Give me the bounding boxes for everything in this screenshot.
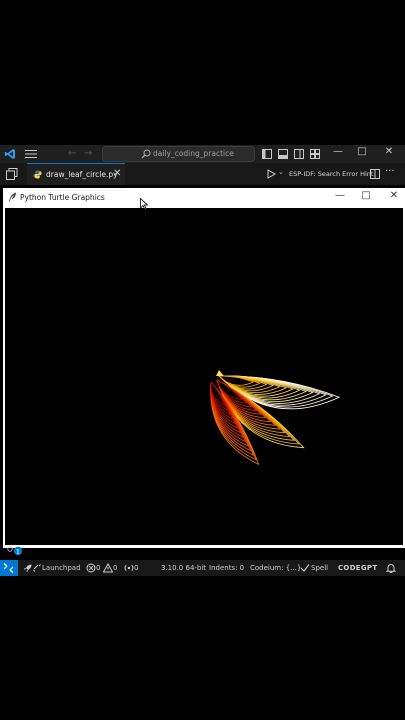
- toggle-panel-icon[interactable]: [278, 149, 288, 159]
- maximize-button[interactable]: □: [355, 146, 369, 157]
- python-file-icon: [33, 170, 42, 179]
- turtle-maximize-button[interactable]: □: [359, 190, 373, 201]
- warning-icon[interactable]: [103, 563, 113, 573]
- python-interpreter[interactable]: 3.10.0 64-bit: [161, 564, 206, 572]
- more-actions-icon[interactable]: ···: [385, 166, 395, 177]
- cursor-icon: [140, 198, 148, 210]
- broadcast-icon[interactable]: [124, 563, 134, 573]
- launchpad-label[interactable]: Launchpad: [42, 564, 81, 572]
- warning-count[interactable]: 0: [113, 564, 117, 572]
- turtle-graphics-window: Python Turtle Graphics — □ ✕: [3, 188, 405, 548]
- turtle-minimize-button[interactable]: —: [333, 190, 347, 201]
- customize-layout-icon[interactable]: [310, 149, 320, 159]
- indents-status[interactable]: Indents: 0: [209, 564, 244, 572]
- remote-indicator[interactable]: [0, 560, 18, 576]
- search-icon: [141, 149, 151, 159]
- link-icon: [33, 564, 41, 572]
- search-text: daily_coding_practice: [153, 149, 234, 158]
- codeium-status[interactable]: Codeium: {...}: [250, 564, 301, 572]
- ports-badge-count: 1: [16, 548, 20, 556]
- error-icon[interactable]: [86, 563, 96, 573]
- toggle-secondary-sidebar-icon[interactable]: [294, 149, 304, 159]
- vscode-title-bar: ← → daily_coding_practice — □ ✕: [0, 145, 405, 163]
- vscode-logo-icon: [4, 149, 15, 159]
- editor-tab-row: draw_leaf_circle.py ✕ ⌄ ESP-IDF: Search …: [0, 163, 405, 185]
- remote-icon: [3, 563, 14, 573]
- status-bar: Launchpad 0 0 0 3.10.0 64-bit Indents: 0…: [0, 560, 405, 576]
- close-button[interactable]: ✕: [382, 146, 396, 157]
- check-icon: [300, 564, 310, 572]
- tab-draw-leaf-circle[interactable]: draw_leaf_circle.py ✕: [27, 163, 125, 185]
- video-frame: ← → daily_coding_practice — □ ✕ draw_lea…: [0, 0, 405, 720]
- chevron-down-icon[interactable]: ⌄: [278, 168, 284, 176]
- turtle-window-title-bar: Python Turtle Graphics — □ ✕: [3, 188, 405, 206]
- codegpt-status[interactable]: CODEGPT: [338, 564, 377, 572]
- split-editor-icon[interactable]: [370, 169, 380, 179]
- turtle-window-title: Python Turtle Graphics: [20, 193, 105, 202]
- turtle-close-button[interactable]: ✕: [387, 190, 401, 201]
- explorer-icon[interactable]: [6, 168, 18, 180]
- minimize-button[interactable]: —: [331, 146, 345, 157]
- command-center-search[interactable]: daily_coding_practice: [102, 146, 255, 162]
- toggle-sidebar-icon[interactable]: [262, 149, 272, 159]
- menu-icon[interactable]: [25, 149, 37, 159]
- ports-icon[interactable]: 1: [6, 546, 24, 556]
- turtle-cursor: [216, 370, 224, 376]
- nav-forward-button[interactable]: →: [84, 148, 92, 159]
- tab-close-icon[interactable]: ✕: [113, 168, 121, 179]
- turtle-canvas[interactable]: [5, 208, 403, 545]
- spell-status[interactable]: Spell: [311, 564, 328, 572]
- feather-icon: [9, 192, 16, 202]
- bell-icon[interactable]: [386, 563, 396, 573]
- nav-back-button[interactable]: ←: [68, 148, 76, 159]
- error-count[interactable]: 0: [96, 564, 100, 572]
- ports-count[interactable]: 0: [134, 564, 138, 572]
- run-icon[interactable]: [266, 169, 276, 179]
- esp-idf-search-error-hint[interactable]: ESP-IDF: Search Error Hint: [289, 170, 373, 178]
- leaf-drawing: [210, 370, 341, 466]
- tab-label: draw_leaf_circle.py: [46, 170, 118, 179]
